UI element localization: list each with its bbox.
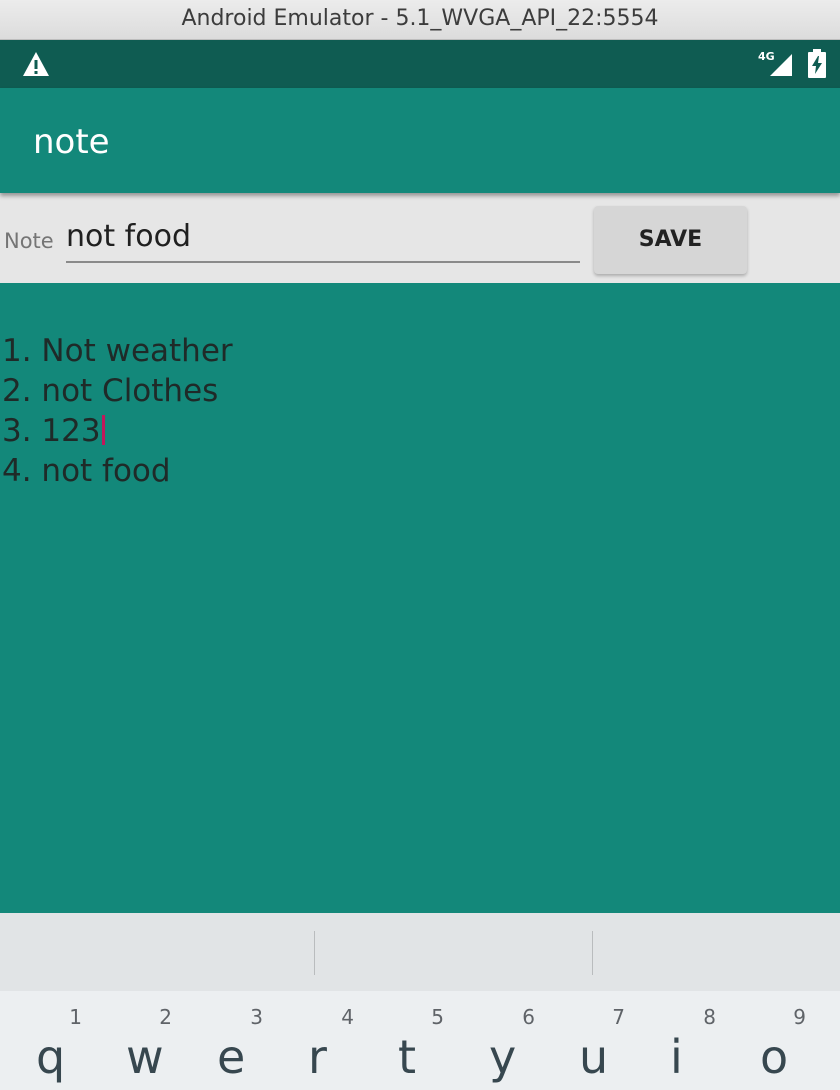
window-title-bar: Android Emulator - 5.1_WVGA_API_22:5554 bbox=[0, 0, 840, 40]
note-label: Note bbox=[4, 229, 54, 253]
key-letter: q bbox=[36, 1030, 66, 1084]
key-hint: 2 bbox=[159, 1005, 172, 1029]
key-i[interactable]: 8 i bbox=[640, 991, 720, 1090]
key-letter: i bbox=[670, 1030, 683, 1084]
emulator-window: Android Emulator - 5.1_WVGA_API_22:5554 … bbox=[0, 0, 840, 1090]
key-w[interactable]: 2 w bbox=[96, 991, 176, 1090]
keyboard-suggestion-strip bbox=[0, 913, 840, 991]
app-title: note bbox=[33, 122, 110, 162]
key-letter: t bbox=[398, 1030, 417, 1084]
key-o[interactable]: 9 o bbox=[730, 991, 810, 1090]
app-bar: note bbox=[0, 88, 840, 193]
signal-icon: 4G bbox=[758, 50, 794, 78]
key-letter: y bbox=[489, 1030, 517, 1084]
android-status-bar: 4G bbox=[0, 40, 840, 88]
keyboard-keys-row: 1 q 2 w 3 e 4 r 5 t 6 y 7 u 8 i 9 o bbox=[0, 991, 840, 1090]
warning-icon bbox=[23, 52, 49, 76]
key-hint: 4 bbox=[341, 1005, 354, 1029]
note-input-row: Note not food SAVE bbox=[0, 193, 840, 283]
key-letter: o bbox=[760, 1030, 789, 1084]
key-hint: 1 bbox=[69, 1005, 82, 1029]
note-input-field[interactable]: not food bbox=[66, 215, 580, 263]
note-item: 4. not food bbox=[2, 453, 171, 489]
key-y[interactable]: 6 y bbox=[459, 991, 539, 1090]
key-q[interactable]: 1 q bbox=[6, 991, 86, 1090]
notes-list: 1. Not weather 2. not Clothes 3. 123 4. … bbox=[2, 331, 233, 491]
key-u[interactable]: 7 u bbox=[549, 991, 629, 1090]
battery-charging-icon bbox=[808, 49, 826, 78]
suggestion-divider bbox=[592, 931, 593, 975]
save-button-label: SAVE bbox=[638, 227, 703, 252]
key-letter: w bbox=[126, 1030, 164, 1084]
notes-text-area[interactable]: 1. Not weather 2. not Clothes 3. 123 4. … bbox=[0, 283, 840, 913]
note-item: 3. 123 bbox=[2, 411, 233, 451]
key-letter: e bbox=[217, 1030, 246, 1084]
note-input-value: not food bbox=[66, 219, 191, 254]
text-cursor bbox=[101, 415, 105, 445]
key-letter: r bbox=[308, 1030, 327, 1084]
key-hint: 7 bbox=[612, 1005, 625, 1029]
key-hint: 3 bbox=[250, 1005, 263, 1029]
key-hint: 6 bbox=[522, 1005, 535, 1029]
key-e[interactable]: 3 e bbox=[187, 991, 267, 1090]
window-title: Android Emulator - 5.1_WVGA_API_22:5554 bbox=[181, 6, 659, 31]
note-item: 2. not Clothes bbox=[2, 373, 219, 409]
key-letter: u bbox=[579, 1030, 609, 1084]
key-hint: 8 bbox=[703, 1005, 716, 1029]
key-hint: 5 bbox=[431, 1005, 444, 1029]
save-button[interactable]: SAVE bbox=[594, 206, 747, 274]
note-item: 1. Not weather bbox=[2, 333, 233, 369]
key-hint: 9 bbox=[793, 1005, 806, 1029]
suggestion-divider bbox=[314, 931, 315, 975]
key-t[interactable]: 5 t bbox=[368, 991, 448, 1090]
key-r[interactable]: 4 r bbox=[278, 991, 358, 1090]
